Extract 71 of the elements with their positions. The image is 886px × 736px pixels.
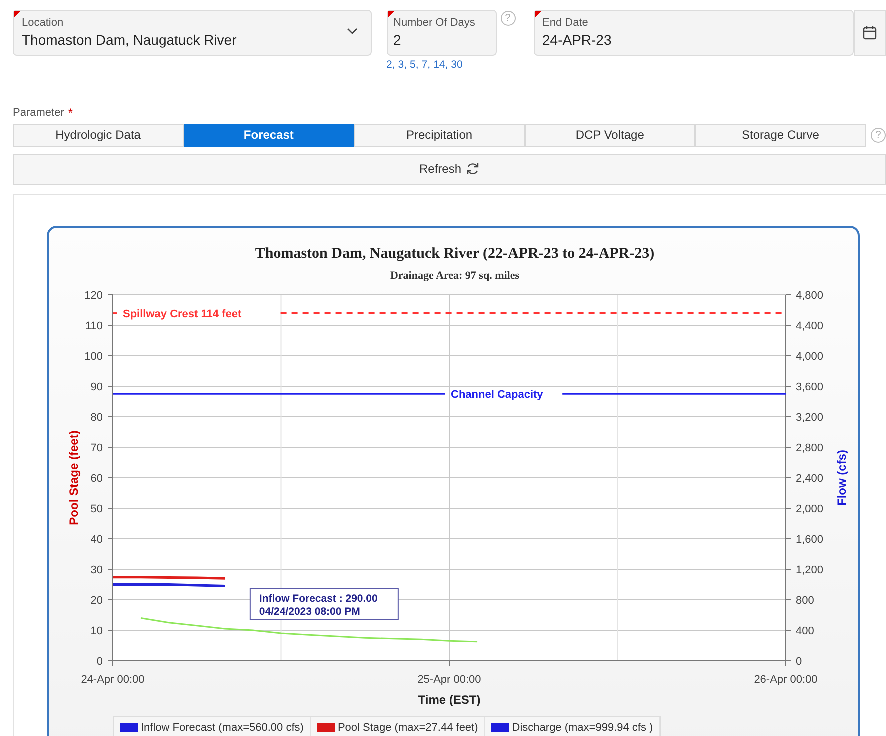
axis-tick-label: 20 (90, 594, 103, 607)
axis-tick-label: 70 (90, 442, 103, 454)
days-link[interactable]: 30 (451, 58, 463, 74)
chevron-down-icon (346, 28, 358, 35)
axis-tick-label: 90 (90, 381, 103, 394)
parameter-tab[interactable]: Precipitation (354, 124, 525, 147)
field-label: Location (22, 16, 64, 30)
field-value: 24-APR-23 (542, 31, 612, 50)
refresh-icon (466, 162, 480, 176)
parameter-label: Parameter (13, 106, 64, 120)
axis-tick-label: 4,000 (796, 350, 824, 363)
axis-tick-label: 80 (90, 412, 103, 424)
reference-line-label: Spillway Crest 114 feet (123, 308, 242, 320)
x-axis-title: Time (EST) (418, 692, 481, 707)
axis-tick-label: 26-Apr 00:00 (754, 674, 818, 686)
refresh-button[interactable]: Refresh (13, 154, 886, 185)
axis-tick-label: 1,600 (796, 534, 824, 546)
y-axis-title: Flow (cfs) (835, 450, 849, 506)
parameter-tab[interactable]: DCP Voltage (524, 124, 696, 147)
legend-item[interactable]: Discharge (max=999.94 cfs ) (485, 716, 660, 736)
axis-tick-label: 800 (796, 594, 814, 607)
axis-tick-label: 24-Apr 00:00 (81, 674, 145, 686)
required-mark: * (68, 104, 74, 122)
field-value: Thomaston Dam, Naugatuck River (22, 31, 237, 50)
axis-tick-label: 120 (84, 290, 103, 302)
axis-tick-label: 30 (90, 564, 103, 576)
chart-subtitle: Drainage Area: 97 sq. miles (390, 270, 520, 282)
parameter-tab[interactable]: Storage Curve (695, 124, 866, 147)
axis-tick-label: 4,800 (796, 290, 824, 302)
axis-tick-label: 10 (90, 625, 103, 638)
axis-tick-label: 50 (90, 503, 103, 516)
days-input[interactable]: Number Of Days 2 (386, 10, 496, 56)
legend-label: Discharge (max=999.94 cfs ) (512, 720, 654, 736)
calendar-icon (863, 26, 878, 40)
tooltip-text: Inflow Forecast : 290.00 (259, 592, 378, 605)
axis-tick-label: 0 (96, 656, 103, 668)
axis-tick-label: 100 (84, 350, 103, 363)
axis-tick-label: 4,400 (796, 320, 824, 332)
tooltip-text: 04/24/2023 08:00 PM (259, 606, 360, 618)
parameter-tab[interactable]: Forecast (184, 124, 354, 147)
axis-tick-label: 110 (85, 320, 103, 332)
axis-tick-label: 40 (90, 534, 103, 546)
days-link[interactable]: 5, (410, 58, 419, 74)
axis-tick-label: 60 (90, 472, 103, 485)
axis-tick-label: 2,000 (796, 503, 824, 516)
end-date-input[interactable]: End Date 24-APR-23 (534, 10, 854, 56)
field-label: Number Of Days (394, 16, 476, 30)
y-axis-title: Pool Stage (feet) (67, 430, 81, 526)
parameter-tab[interactable]: Hydrologic Data (13, 124, 184, 147)
axis-tick-label: 0 (796, 656, 802, 668)
legend-label: Inflow Forecast (max=560.00 cfs) (141, 720, 304, 736)
reference-line-label: Channel Capacity (451, 388, 544, 401)
axis-tick-label: 1,200 (796, 564, 824, 576)
chart-title: Thomaston Dam, Naugatuck River (22-APR-23 to 24-APR-23) (255, 246, 655, 262)
days-link[interactable]: 3, (398, 58, 408, 74)
days-link[interactable]: 2, (386, 58, 396, 74)
calendar-button[interactable] (854, 10, 886, 56)
legend-item[interactable]: Inflow Forecast (max=560.00 cfs) (114, 716, 311, 736)
axis-tick-label: 25-Apr 00:00 (418, 674, 482, 686)
axis-tick-label: 400 (796, 625, 814, 638)
field-value: 2 (394, 31, 402, 50)
days-link[interactable]: 14, (434, 58, 448, 74)
legend-label: Pool Stage (max=27.44 feet) (338, 720, 478, 736)
field-label: End Date (542, 16, 588, 30)
axis-tick-label: 2,400 (796, 472, 824, 485)
legend-item[interactable]: Pool Stage (max=27.44 feet) (310, 716, 486, 736)
days-link[interactable]: 7, (422, 58, 431, 74)
axis-tick-label: 3,200 (796, 412, 824, 424)
axis-tick-label: 2,800 (796, 442, 824, 454)
location-select[interactable]: Location Thomaston Dam, Naugatuck River (13, 10, 372, 56)
axis-tick-label: 3,600 (796, 381, 824, 394)
